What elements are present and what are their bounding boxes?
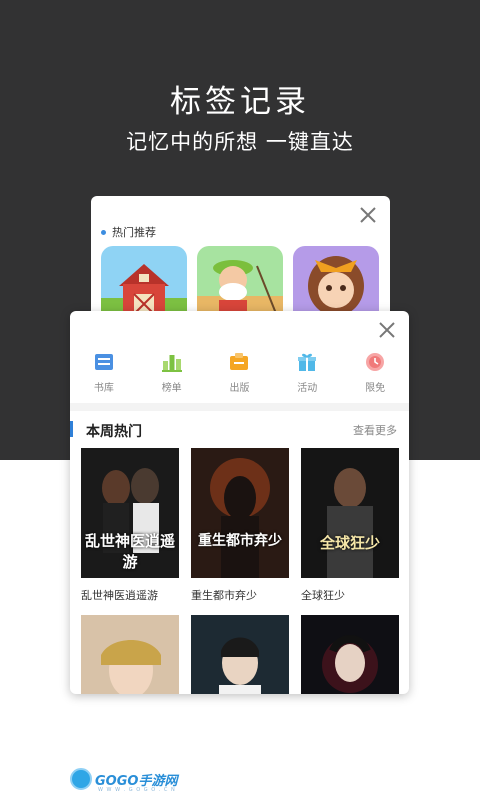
book-item[interactable]: 重生都市弃少 重生都市弃少 [191, 448, 289, 603]
book-cover[interactable] [81, 615, 179, 694]
bookshelf-icon [94, 354, 113, 370]
book-cover[interactable]: 重生都市弃少 [191, 448, 289, 578]
category-free[interactable]: 限免 [341, 351, 409, 394]
publish-icon [230, 353, 249, 370]
weekly-hot-title: 本周热门 [86, 424, 142, 440]
section-dot-icon [101, 229, 106, 235]
book-item[interactable] [191, 615, 289, 694]
book-item[interactable] [301, 615, 399, 694]
category-ranking[interactable]: 榜单 [138, 351, 206, 394]
category-publish[interactable]: 出版 [206, 351, 274, 394]
close-icon[interactable] [359, 206, 377, 224]
gogo-logo-icon [70, 768, 92, 790]
bookshelf-card-front: 书库 榜单 出版 活动 限免 本周热门 查看更多 乱世神医逍遥游 乱世神医逍遥游… [70, 311, 409, 694]
hot-recommend-title: 热门推荐 [101, 224, 156, 240]
gift-icon [298, 353, 317, 371]
book-cover[interactable] [301, 615, 399, 694]
category-activity[interactable]: 活动 [273, 351, 341, 394]
clock-icon [366, 353, 385, 371]
book-item[interactable]: 全球狂少 全球狂少 [301, 448, 399, 603]
category-row: 书库 榜单 出版 活动 限免 [70, 351, 409, 394]
category-library[interactable]: 书库 [70, 351, 138, 394]
see-more-link[interactable]: 查看更多 [353, 422, 397, 438]
book-title: 乱世神医逍遥游 [81, 589, 158, 602]
gogo-logo: GOGO手游网 W W W . G O G O . C N [70, 768, 177, 793]
ranking-icon [161, 355, 182, 372]
close-icon[interactable] [378, 321, 396, 339]
book-title: 重生都市弃少 [191, 589, 257, 602]
section-accent-bar [70, 421, 73, 437]
book-item[interactable] [81, 615, 179, 694]
book-cover-title: 重生都市弃少 [198, 533, 282, 549]
book-title: 全球狂少 [301, 589, 345, 602]
book-cover-title: 全球狂少 [319, 534, 380, 552]
book-cover[interactable]: 乱世神医逍遥游 [81, 448, 179, 578]
book-cover[interactable] [191, 615, 289, 694]
book-cover-title: 乱世神医逍遥游 [84, 532, 175, 571]
book-cover[interactable]: 全球狂少 [301, 448, 399, 578]
book-item[interactable]: 乱世神医逍遥游 乱世神医逍遥游 [81, 448, 179, 603]
hero-subtitle: 记忆中的所想 一键直达 [126, 130, 354, 154]
section-divider [70, 403, 409, 411]
hero-title: 标签记录 [170, 84, 310, 120]
